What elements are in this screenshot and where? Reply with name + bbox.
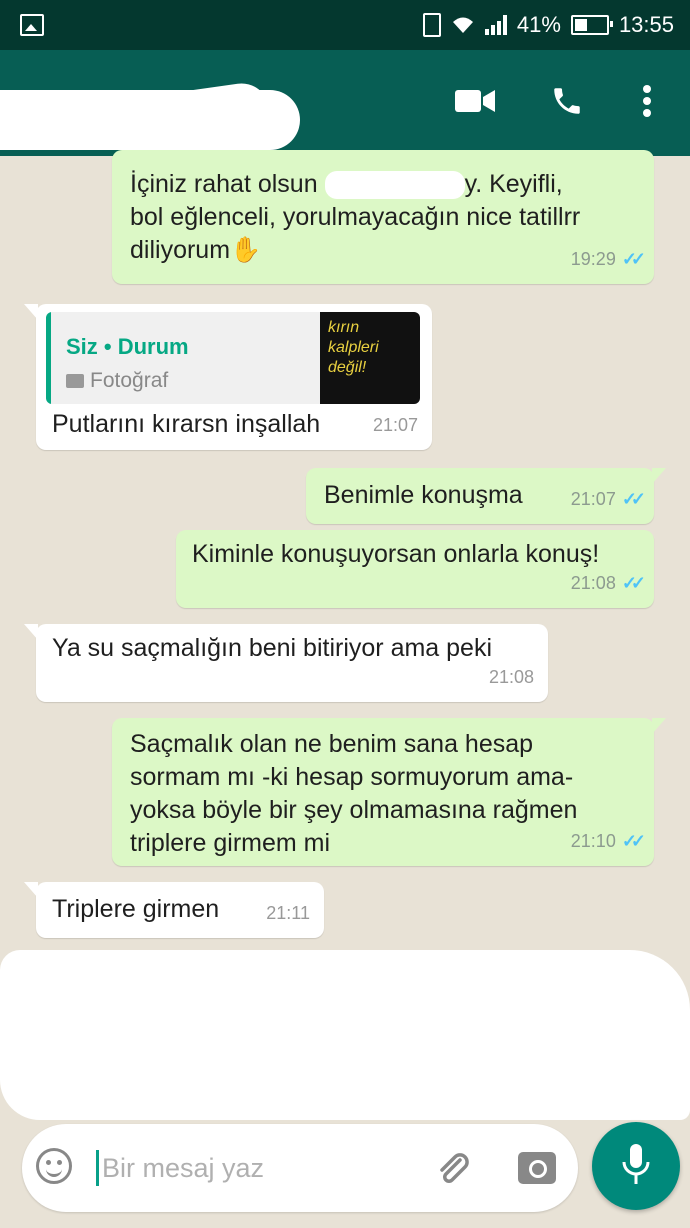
message-text: Kiminle konuşuyorsan onlarla konuş!: [192, 540, 600, 568]
quote-thumbnail: kırın kalpleri değil!: [320, 312, 420, 404]
message-text: yoksa böyle bir şey olmamasına rağmen: [130, 796, 578, 824]
message-text: Triplere girmen: [52, 895, 220, 923]
message-time: 21:11: [266, 903, 310, 923]
message-text: diliyorum: [130, 236, 231, 264]
chat-screen: 41% 13:55 İçiniz rahat olsun y. Keyifli,…: [0, 0, 690, 1228]
read-ticks-icon: ✓✓: [621, 573, 646, 593]
thumbnail-text: kırın: [328, 319, 360, 336]
more-vert-icon[interactable]: [626, 80, 668, 122]
mic-button[interactable]: [592, 1122, 680, 1210]
read-ticks-icon: ✓✓: [621, 489, 646, 509]
camera-icon[interactable]: [518, 1152, 556, 1184]
message-time: 21:08: [570, 573, 616, 593]
message-time: 21:08: [488, 667, 534, 687]
phone-icon[interactable]: [546, 80, 588, 122]
message-meta: 21:08 ✓✓: [570, 567, 646, 600]
redacted-text: [324, 171, 465, 200]
video-call-icon[interactable]: [454, 80, 496, 122]
wifi-icon: [451, 15, 475, 35]
message-bubble-outgoing[interactable]: İçiniz rahat olsun y. Keyifli, bol eğlen…: [112, 150, 654, 284]
clock: 13:55: [618, 12, 674, 37]
message-bubble-incoming[interactable]: Triplere girmen 21:11: [24, 882, 324, 938]
message-meta: 21:07 ✓✓: [570, 483, 646, 516]
read-ticks-icon: ✓✓: [621, 249, 646, 269]
image-notification-icon: [20, 14, 44, 36]
quote-author: Siz • Durum: [66, 334, 189, 359]
message-bubble-outgoing[interactable]: Kiminle konuşuyorsan onlarla konuş! 21:0…: [176, 530, 654, 608]
quote-accent-bar: [46, 312, 51, 404]
message-time: 21:07: [570, 489, 616, 509]
message-text: İçiniz rahat olsun: [130, 170, 318, 198]
read-ticks-icon: ✓✓: [621, 831, 646, 851]
message-meta: 21:11: [266, 897, 310, 930]
message-time: 19:29: [570, 249, 616, 269]
message-text: sormam mı -ki hesap sormuyorum ama-: [130, 763, 574, 791]
message-text: triplere girmem mi: [130, 829, 331, 857]
camera-icon: [66, 373, 84, 388]
quote-type-label: Fotoğraf: [90, 369, 169, 392]
attach-icon[interactable]: [432, 1148, 472, 1188]
message-text: Ya su saçmalığın beni bitiriyor ama peki: [52, 634, 493, 662]
message-text: Putlarını kırarsn inşallah: [52, 410, 321, 438]
status-indicators: 41% 13:55: [422, 12, 674, 38]
quote-type: Fotoğraf: [66, 364, 168, 397]
signal-icon: [484, 15, 507, 35]
raised-hand-emoji: ✋: [230, 236, 262, 264]
message-bubble-incoming[interactable]: Siz • Durum Fotoğraf kırın kalpleri deği…: [24, 304, 432, 450]
text-caret: [96, 1150, 99, 1186]
message-time: 21:07: [372, 415, 418, 435]
quoted-status-reply[interactable]: Siz • Durum Fotoğraf kırın kalpleri deği…: [46, 312, 420, 404]
message-bubble-outgoing[interactable]: Saçmalık olan ne benim sana hesap sormam…: [112, 718, 666, 866]
message-time: 21:10: [570, 831, 616, 851]
message-bubble-outgoing[interactable]: Benimle konuşma 21:07 ✓✓: [306, 468, 666, 524]
message-meta: 21:07: [373, 409, 418, 442]
battery-percent: 41%: [516, 12, 561, 37]
status-bar: 41% 13:55: [0, 0, 690, 50]
message-input[interactable]: [102, 1148, 422, 1188]
battery-icon: [570, 15, 613, 35]
thumbnail-text: değil!: [328, 359, 367, 376]
message-text: bol eğlenceli, yorulmayacağın nice tatil…: [130, 203, 581, 231]
message-meta: 19:29 ✓✓: [570, 243, 646, 276]
message-text: Benimle konuşma: [324, 481, 523, 509]
emoji-icon[interactable]: [36, 1148, 72, 1184]
vibrate-icon: [422, 13, 441, 37]
chat-header: [0, 50, 690, 157]
message-bubble-incoming[interactable]: Ya su saçmalığın beni bitiriyor ama peki…: [24, 624, 548, 702]
mic-icon: [622, 1144, 650, 1184]
message-text: Saçmalık olan ne benim sana hesap: [130, 730, 534, 758]
thumbnail-text: kalpleri: [328, 339, 379, 356]
message-text: y. Keyifli,: [464, 170, 563, 198]
message-composer: [22, 1124, 578, 1212]
message-meta: 21:10 ✓✓: [570, 825, 646, 858]
message-meta: 21:08: [489, 661, 534, 694]
redacted-area: [0, 950, 690, 1120]
